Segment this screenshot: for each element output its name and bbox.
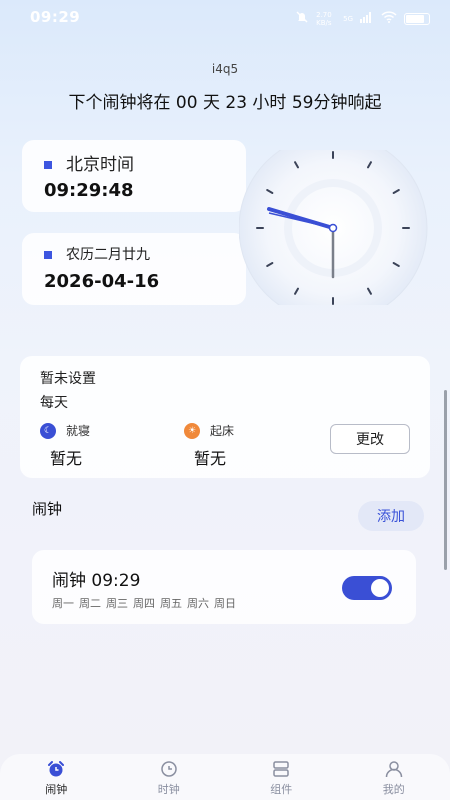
edit-sleep-button[interactable]: 更改 [330, 424, 410, 454]
network-speed: 2.70 KB/s [316, 10, 332, 27]
alarm-day: 周四 [133, 597, 155, 610]
nav-item-clock[interactable]: 时钟 [124, 754, 214, 800]
alarm-day: 周六 [187, 597, 209, 610]
beijing-time-value: 09:29:48 [44, 180, 134, 201]
mute-icon [295, 10, 309, 27]
alarm-item[interactable]: 闹钟 09:29 周一 周二 周三 周四 周五 周六 周日 [32, 550, 416, 624]
signal-icon [360, 11, 374, 26]
nav-label: 闹钟 [45, 783, 68, 796]
lunar-date-card: 农历二月廿九 2026-04-16 [22, 233, 246, 305]
beijing-time-card: 北京时间 09:29:48 [22, 140, 246, 212]
bullet-icon [44, 251, 52, 259]
alarm-toggle[interactable] [342, 576, 392, 600]
wifi-icon [381, 11, 397, 26]
sunrise-icon: ☀ [184, 422, 200, 439]
nav-item-profile[interactable]: 我的 [349, 754, 439, 800]
battery-icon [404, 12, 430, 25]
user-icon [385, 761, 402, 778]
beijing-time-title: 北京时间 [44, 150, 134, 175]
clock-icon [161, 761, 177, 777]
alarm-day: 周五 [160, 597, 182, 610]
wake-label-row: ☀ 起床 [184, 422, 234, 439]
bedtime-label-row: ☾ 就寝 [40, 422, 90, 439]
moon-icon: ☾ [40, 422, 56, 439]
nav-item-alarm[interactable]: 闹钟 [11, 754, 101, 800]
widget-icon [273, 761, 289, 777]
add-alarm-button[interactable]: 添加 [358, 501, 424, 531]
next-alarm-countdown: 下个闹钟将在 00 天 23 小时 59分钟响起 [68, 93, 382, 113]
toggle-knob [371, 579, 389, 597]
nav-label: 我的 [382, 783, 405, 796]
solar-date-value: 2026-04-16 [44, 271, 160, 292]
bedtime-label: 就寝 [66, 424, 91, 438]
alarm-days: 周一 周二 周三 周四 周五 周六 周日 [52, 595, 236, 611]
bedtime-value: 暂无 [50, 449, 83, 468]
sleep-repeat: 每天 [40, 395, 68, 411]
user-id: i4q5 [211, 62, 239, 76]
alarm-day: 周二 [79, 597, 101, 610]
bottom-nav: 闹钟 时钟 组件 我的 [0, 754, 450, 800]
wake-value: 暂无 [194, 449, 227, 468]
alarm-day: 周日 [214, 597, 236, 610]
status-icons: 2.70 KB/s 5G [295, 10, 430, 27]
analog-clock [239, 150, 428, 305]
alarm-clock-icon [48, 761, 65, 777]
status-bar: 09:29 2.70 KB/s 5G [0, 0, 450, 34]
bullet-icon [44, 161, 52, 169]
alarm-day: 周一 [52, 597, 74, 610]
status-time: 09:29 [30, 8, 81, 26]
alarm-day: 周三 [106, 597, 128, 610]
nav-item-widget[interactable]: 组件 [236, 754, 326, 800]
sleep-schedule-card: 暂未设置 每天 ☾ 就寝 ☀ 起床 暂无 暂无 更改 [20, 356, 430, 478]
scrollbar[interactable] [444, 390, 447, 570]
clock-center [328, 223, 338, 233]
alarm-name: 闹钟 09:29 [52, 571, 141, 591]
signal-label: 5G [343, 14, 353, 23]
alarm-section-title: 闹钟 [32, 500, 63, 518]
sleep-status: 暂未设置 [40, 371, 96, 387]
lunar-date-title: 农历二月廿九 [44, 244, 150, 264]
nav-label: 组件 [270, 783, 293, 796]
wake-label: 起床 [210, 424, 235, 438]
nav-label: 时钟 [157, 783, 180, 796]
